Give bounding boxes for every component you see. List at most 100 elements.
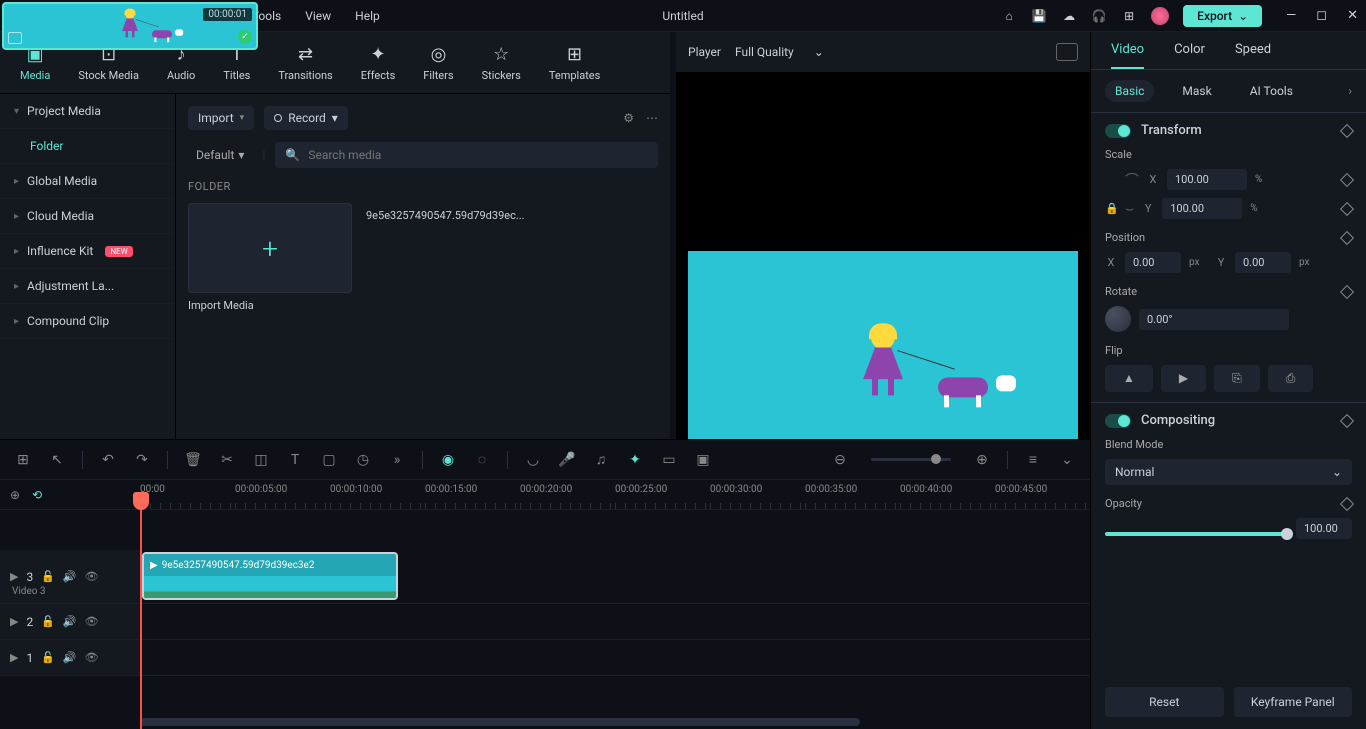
undo-button[interactable]: ↶ (99, 452, 117, 468)
video-icon[interactable]: ▶ (10, 651, 18, 664)
reset-button[interactable]: Reset (1105, 687, 1224, 717)
save-icon[interactable]: 💾 (1031, 8, 1047, 24)
tab-speed[interactable]: Speed (1235, 42, 1271, 69)
pointer-icon[interactable]: ↖ (48, 452, 66, 468)
sidebar-influence-kit[interactable]: ▸Influence KitNEW (0, 234, 175, 269)
pos-y-input[interactable] (1235, 252, 1291, 273)
sort-dropdown[interactable]: Default▾ (188, 144, 252, 166)
import-dropdown[interactable]: Import▾ (188, 106, 254, 130)
flip-vertical-button[interactable]: ▶ (1161, 365, 1206, 392)
frame-button[interactable]: ▢ (320, 452, 338, 468)
add-track-icon[interactable]: ⊕ (10, 488, 20, 502)
speed-button[interactable]: ◷ (354, 452, 372, 468)
sidebar-project-media[interactable]: ▾Project Media (0, 94, 175, 129)
flip-horizontal-button[interactable]: ▲ (1105, 365, 1153, 392)
more-tools-button[interactable]: » (388, 452, 406, 468)
menu-help[interactable]: Help (355, 9, 380, 23)
track-body[interactable] (140, 640, 1090, 675)
maximize-button[interactable]: ◻ (1316, 8, 1327, 23)
cut-button[interactable]: ✂ (218, 452, 236, 468)
transform-toggle[interactable] (1105, 124, 1131, 138)
keyframe-button[interactable] (1340, 123, 1354, 137)
keyframe-button[interactable] (1340, 201, 1354, 215)
video-icon[interactable]: ▶ (10, 615, 18, 628)
video-icon[interactable]: ▶ (10, 570, 18, 583)
minimize-button[interactable]: — (1286, 8, 1296, 23)
screenshot-button[interactable]: ▣ (694, 452, 712, 468)
timeline-scrollbar[interactable] (0, 715, 1090, 729)
compositing-toggle[interactable] (1105, 414, 1131, 428)
visibility-icon[interactable]: 👁 (85, 570, 99, 583)
blend-mode-select[interactable]: Normal ⌄ (1105, 459, 1352, 485)
track-body[interactable] (140, 604, 1090, 639)
record-dropdown[interactable]: Record▾ (264, 106, 348, 130)
keyframe-button[interactable] (1340, 413, 1354, 427)
subtab-ai-tools[interactable]: AI Tools (1240, 80, 1303, 102)
menu-view[interactable]: View (305, 9, 331, 23)
sidebar-cloud-media[interactable]: ▸Cloud Media (0, 199, 175, 234)
zoom-out-button[interactable]: ⊖ (831, 452, 849, 468)
sidebar-compound-clip[interactable]: ▸Compound Clip (0, 304, 175, 339)
link-icon[interactable]: ⟲ (32, 488, 42, 502)
import-media-card[interactable]: + Import Media (188, 203, 352, 312)
render-button[interactable]: ▭ (660, 452, 678, 468)
copy-button[interactable]: ⎘ (1214, 365, 1260, 392)
export-button[interactable]: Export ⌄ (1183, 5, 1262, 27)
filter-icon[interactable]: ⚙ (623, 111, 634, 125)
circle-tool[interactable]: ◌ (473, 451, 491, 468)
tab-effects[interactable]: ✦Effects (361, 43, 396, 82)
lock-icon[interactable]: 🔓 (41, 570, 55, 583)
rotate-input[interactable] (1139, 309, 1289, 330)
keyframe-button[interactable] (1340, 496, 1354, 510)
tab-color[interactable]: Color (1174, 42, 1205, 69)
tab-filters[interactable]: ◎Filters (423, 43, 453, 82)
headphones-icon[interactable]: 🎧 (1091, 8, 1107, 24)
sidebar-adjustment-layer[interactable]: ▸Adjustment La... (0, 269, 175, 304)
snapshot-button[interactable] (1056, 43, 1078, 61)
apps-icon[interactable]: ⊞ (1121, 8, 1137, 24)
subtab-basic[interactable]: Basic (1105, 80, 1154, 102)
cloud-icon[interactable]: ☁ (1061, 8, 1077, 24)
crop-button[interactable]: ◫ (252, 452, 270, 468)
tab-video[interactable]: Video (1111, 42, 1144, 69)
search-box[interactable]: 🔍 (275, 142, 658, 168)
ai-audio-button[interactable]: ✦ (626, 452, 644, 468)
visibility-icon[interactable]: 👁 (85, 615, 99, 628)
chevron-right-icon[interactable]: › (1348, 84, 1352, 98)
mic-button[interactable]: 🎤 (558, 452, 576, 468)
zoom-slider[interactable] (871, 458, 951, 461)
timeline-settings-button[interactable]: ⌄ (1058, 452, 1076, 468)
zoom-in-button[interactable]: ⊕ (973, 452, 991, 468)
sidebar-global-media[interactable]: ▸Global Media (0, 164, 175, 199)
keyframe-panel-button[interactable]: Keyframe Panel (1234, 687, 1353, 717)
lock-icon[interactable]: 🔓 (41, 651, 55, 664)
scale-y-input[interactable] (1162, 198, 1242, 219)
playhead[interactable] (140, 510, 142, 729)
text-button[interactable]: T (286, 452, 304, 468)
ai-button[interactable]: ◉ (439, 452, 457, 468)
visibility-icon[interactable]: 👁 (85, 651, 99, 664)
keyframe-button[interactable] (1340, 172, 1354, 186)
redo-button[interactable]: ↷ (133, 452, 151, 468)
tab-templates[interactable]: ⊞Templates (549, 43, 600, 82)
music-button[interactable]: ♫ (592, 451, 610, 468)
device-icon[interactable]: ⌂ (1001, 8, 1017, 24)
lock-icon[interactable]: 🔒 (1105, 202, 1117, 215)
scale-x-input[interactable] (1167, 169, 1247, 190)
close-button[interactable]: ✕ (1347, 8, 1358, 23)
media-clip-card[interactable]: 00:00:01 ✓ 9e5e3257490547.59d79d39ec... (366, 203, 530, 312)
user-avatar[interactable] (1151, 7, 1169, 25)
timeline-view-button[interactable]: ≡ (1024, 451, 1042, 468)
opacity-input[interactable] (1296, 518, 1352, 539)
grid-icon[interactable]: ⊞ (14, 452, 32, 468)
timeline-clip[interactable]: ▶9e5e3257490547.59d79d39ec3e2 (142, 552, 398, 600)
quality-dropdown[interactable]: Full Quality⌄ (735, 45, 824, 59)
pos-x-input[interactable] (1125, 252, 1181, 273)
rotate-knob[interactable] (1105, 306, 1131, 332)
marker-button[interactable]: ◡ (524, 452, 542, 468)
time-ruler[interactable]: 00:00 00:00:05:00 00:00:10:00 00:00:15:0… (140, 480, 1090, 509)
tab-transitions[interactable]: ⇄Transitions (278, 43, 332, 82)
paste-button[interactable]: ⎙ (1268, 365, 1314, 392)
mute-icon[interactable]: 🔊 (63, 570, 77, 583)
tab-stickers[interactable]: ☆Stickers (482, 43, 521, 82)
